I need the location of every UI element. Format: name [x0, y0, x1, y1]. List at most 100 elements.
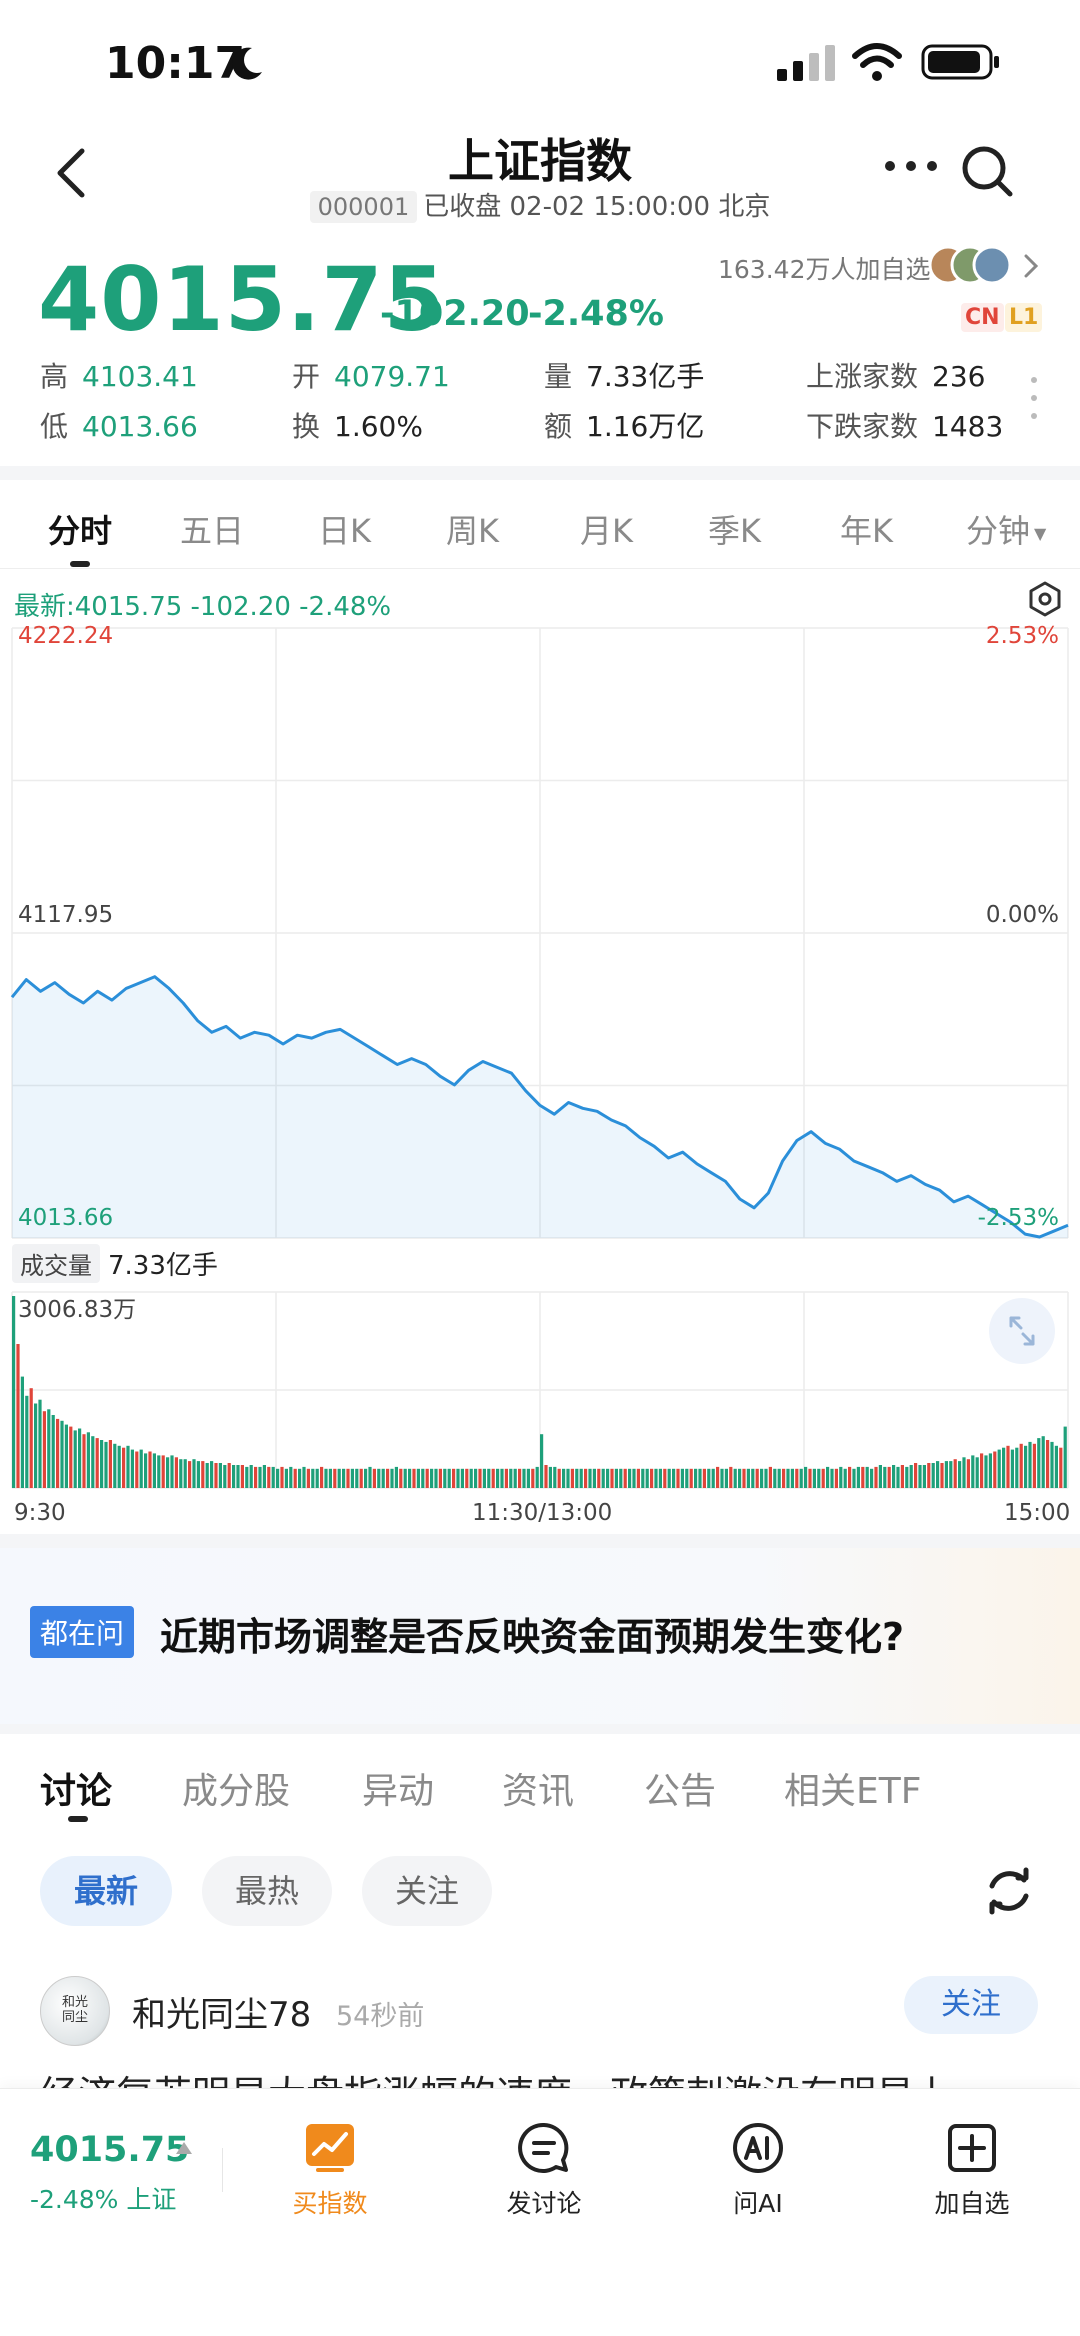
- volume-bar: [144, 1453, 148, 1488]
- tab-announcements[interactable]: 公告: [644, 1762, 716, 1814]
- volume-bar: [628, 1468, 632, 1488]
- index-code: 000001: [309, 191, 418, 223]
- volume-bar: [834, 1468, 838, 1488]
- follower-count[interactable]: 163.42万人加自选: [718, 250, 930, 286]
- active-tab-indicator: [68, 1816, 88, 1822]
- volume-bar: [469, 1468, 473, 1488]
- post-discussion-button[interactable]: 发讨论: [484, 2120, 604, 2220]
- volume-bar: [601, 1468, 605, 1488]
- volume-bar: [870, 1468, 874, 1488]
- volume-bar: [271, 1466, 275, 1488]
- volume-bar: [641, 1468, 645, 1488]
- tab-weekly-k[interactable]: 周K: [446, 506, 499, 552]
- volume-bar: [526, 1468, 530, 1488]
- volume-bar: [262, 1465, 266, 1488]
- volume-bar: [416, 1468, 420, 1488]
- tab-five-day[interactable]: 五日: [180, 506, 244, 552]
- volume-bar: [804, 1466, 808, 1488]
- volume-bar: [443, 1468, 447, 1488]
- refresh-icon[interactable]: [982, 1864, 1036, 1918]
- avatar[interactable]: 和光同尘: [40, 1976, 110, 2046]
- volume-bar: [227, 1463, 231, 1488]
- tab-quarterly-k[interactable]: 季K: [708, 506, 761, 552]
- chevron-right-icon[interactable]: [1022, 252, 1040, 280]
- volume-bar: [966, 1459, 970, 1488]
- tab-monthly-k[interactable]: 月K: [580, 506, 633, 552]
- market-badge-cn: CN: [961, 303, 1004, 332]
- volume-bar: [12, 1296, 16, 1488]
- volume-bar: [425, 1468, 429, 1488]
- volume-bar: [958, 1461, 962, 1488]
- volume-bar: [60, 1420, 64, 1488]
- post-text[interactable]: 经济复苏明显大盘指涨幅的速度，政策刺激没有明显上: [40, 2064, 1040, 2090]
- volume-bar: [988, 1453, 992, 1488]
- tab-movements[interactable]: 异动: [362, 1762, 434, 1814]
- tab-minute[interactable]: 分钟 ▼: [966, 506, 1046, 552]
- volume-bar: [584, 1468, 588, 1488]
- post-username[interactable]: 和光同尘78: [132, 1987, 311, 2036]
- volume-bar: [478, 1468, 482, 1488]
- volume-bar: [161, 1455, 165, 1488]
- volume-bar: [298, 1468, 302, 1488]
- volume-bar: [491, 1468, 495, 1488]
- banner-question[interactable]: 近期市场调整是否反映资金面预期发生变化?: [160, 1606, 904, 1661]
- volume-bar: [676, 1468, 680, 1488]
- volume-bar: [896, 1466, 900, 1488]
- ask-ai-button[interactable]: 问AI: [698, 2120, 818, 2220]
- tab-daily-k[interactable]: 日K: [318, 506, 371, 552]
- volume-bar: [914, 1463, 918, 1488]
- expand-button[interactable]: [989, 1298, 1055, 1364]
- volume-bar: [170, 1455, 174, 1488]
- tab-related-etf[interactable]: 相关ETF: [784, 1762, 921, 1814]
- search-icon[interactable]: [960, 144, 1016, 200]
- tab-intraday[interactable]: 分时: [48, 506, 112, 552]
- tab-discussion[interactable]: 讨论: [40, 1762, 112, 1814]
- post-time: 54秒前: [336, 2001, 425, 2032]
- volume-bar: [78, 1428, 82, 1488]
- volume-bar: [918, 1465, 922, 1488]
- filter-following[interactable]: 关注: [362, 1856, 492, 1926]
- stat-decliners: 下跌家数 1483: [806, 410, 1004, 443]
- volume-bar: [403, 1468, 407, 1488]
- tab-constituents[interactable]: 成分股: [182, 1762, 290, 1814]
- volume-bar: [25, 1395, 29, 1488]
- settings-icon[interactable]: [1026, 580, 1064, 618]
- volume-bar: [408, 1468, 412, 1488]
- volume-bar: [430, 1468, 434, 1488]
- vertical-more-icon[interactable]: [1030, 376, 1038, 420]
- volume-bar: [183, 1459, 187, 1488]
- more-icon[interactable]: [882, 156, 940, 176]
- buy-index-button[interactable]: 买指数: [270, 2120, 390, 2220]
- volume-bar: [931, 1463, 935, 1488]
- filter-latest[interactable]: 最新: [40, 1856, 172, 1926]
- volume-bar: [346, 1468, 350, 1488]
- volume-bar: [460, 1468, 464, 1488]
- volume-bar: [1006, 1445, 1010, 1488]
- add-watchlist-button[interactable]: 加自选: [912, 2120, 1032, 2220]
- volume-bar: [126, 1445, 130, 1488]
- intraday-chart[interactable]: 4222.24 4117.95 4013.66 2.53% 0.00% -2.5…: [0, 620, 1080, 1510]
- volume-bar: [157, 1455, 161, 1488]
- volume-bar: [980, 1453, 984, 1488]
- follower-avatars[interactable]: [928, 243, 1012, 287]
- volume-bar: [742, 1468, 746, 1488]
- volume-bar: [707, 1468, 711, 1488]
- pct-tick-mid: 0.00%: [986, 902, 1059, 928]
- volume-bar: [1059, 1447, 1063, 1488]
- pct-tick-top: 2.53%: [986, 623, 1059, 649]
- stat-high: 高 4103.41: [40, 360, 198, 393]
- stat-turnover: 换 1.60%: [292, 410, 423, 443]
- filter-hottest[interactable]: 最热: [202, 1856, 332, 1926]
- active-tab-indicator: [70, 561, 90, 567]
- bottom-change: -2.48% 上证: [30, 2185, 177, 2214]
- tab-news[interactable]: 资讯: [502, 1762, 574, 1814]
- volume-bar: [702, 1468, 706, 1488]
- tab-yearly-k[interactable]: 年K: [840, 506, 893, 552]
- volume-bar: [104, 1441, 108, 1488]
- follow-button[interactable]: 关注: [904, 1976, 1038, 2034]
- volume-bar: [390, 1468, 394, 1488]
- volume-bar: [113, 1443, 117, 1488]
- volume-bar: [623, 1468, 627, 1488]
- volume-bar: [632, 1468, 636, 1488]
- latest-quote-line: 最新:4015.75 -102.20 -2.48%: [14, 592, 392, 622]
